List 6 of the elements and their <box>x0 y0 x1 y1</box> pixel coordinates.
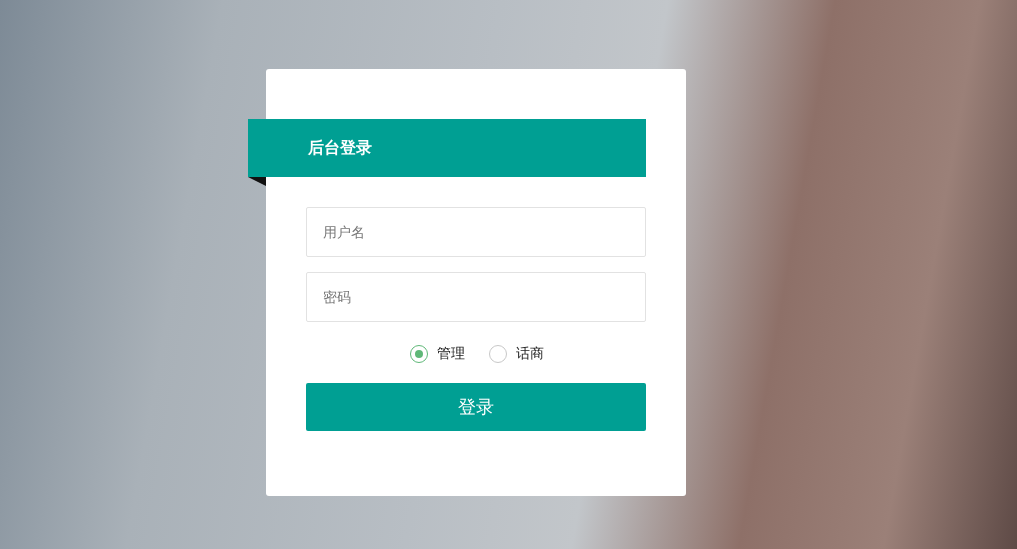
input-field[interactable]: 用户名 <box>306 207 646 257</box>
role-radio[interactable]: 话商 <box>489 345 544 363</box>
role-radio[interactable]: 管理 <box>410 345 465 363</box>
input-field[interactable]: 密码 <box>306 272 646 322</box>
ribbon-fold-icon <box>248 177 266 186</box>
login-title: 后台登录 <box>308 137 372 159</box>
